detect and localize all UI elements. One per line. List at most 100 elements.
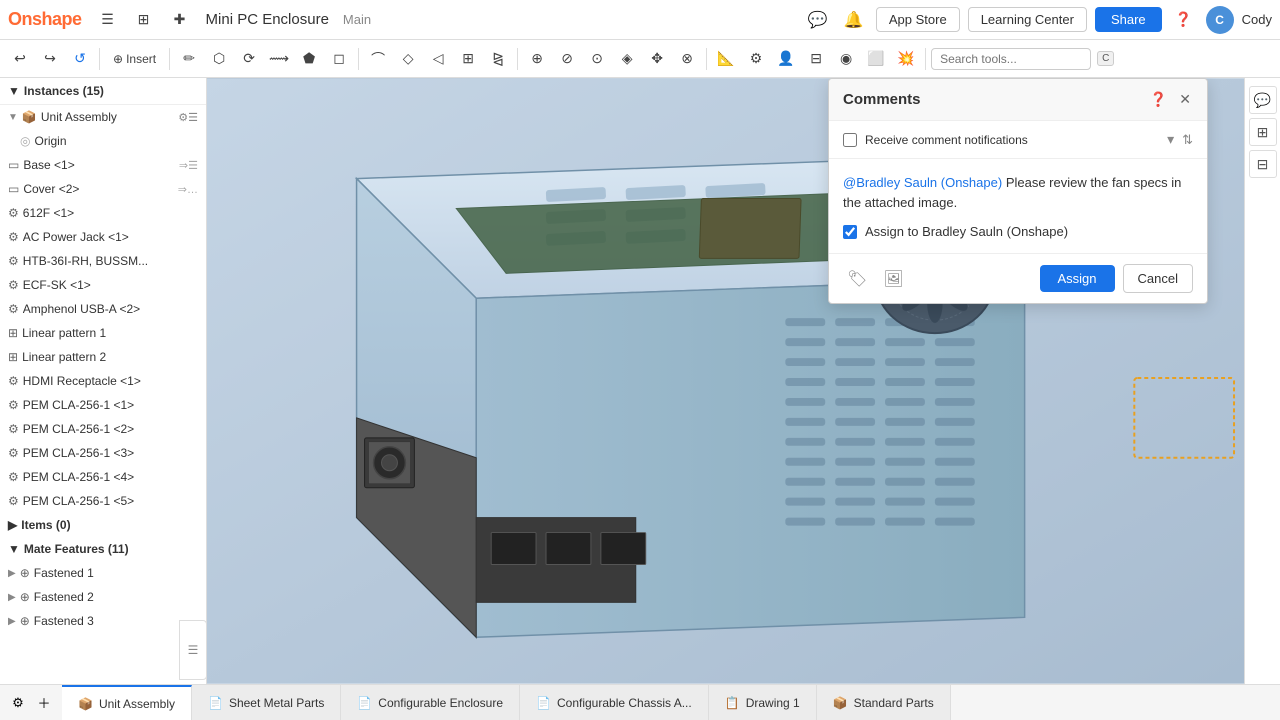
notify-label: Receive comment notifications: [865, 133, 1159, 147]
app-store-button[interactable]: App Store: [876, 7, 960, 32]
assign-checkbox[interactable]: [843, 225, 857, 239]
part-icon: ▭: [8, 182, 19, 196]
right-panel-comments-icon[interactable]: 💬: [1249, 86, 1277, 114]
tree-item-label: Base <1>: [23, 158, 74, 172]
tree-item-label: Origin: [34, 134, 66, 148]
loft-icon[interactable]: ⬟: [295, 45, 323, 73]
tree-item-fastened2[interactable]: ▶ ⊕ Fastened 2: [0, 585, 206, 609]
comments-help-icon[interactable]: ❓: [1148, 89, 1169, 110]
chat-icon[interactable]: 💬: [804, 6, 832, 34]
move-icon[interactable]: ✥: [643, 45, 671, 73]
tree-item-origin[interactable]: ◎ Origin: [0, 129, 206, 153]
tab-drawing-1[interactable]: 📋 Drawing 1: [709, 685, 817, 720]
insert-button[interactable]: ⊕ Insert: [105, 45, 164, 73]
viewport[interactable]: Comments ❓ ✕ Receive comment notificatio…: [207, 78, 1244, 684]
tree-item-pem2[interactable]: ⚙ PEM CLA-256-1 <2>: [0, 417, 206, 441]
plus-icon[interactable]: ✚: [166, 6, 194, 34]
render-icon[interactable]: ◉: [832, 45, 860, 73]
tab-sheet-metal-parts[interactable]: 📄 Sheet Metal Parts: [192, 685, 341, 720]
tree-item-fastened1[interactable]: ▶ ⊕ Fastened 1: [0, 561, 206, 585]
fillet-icon[interactable]: ⌒: [364, 45, 392, 73]
tree-item-612f[interactable]: ⚙ 612F <1>: [0, 201, 206, 225]
hamburger-icon[interactable]: ☰: [94, 6, 122, 34]
tag-icon[interactable]: 🏷: [843, 265, 871, 293]
image-icon[interactable]: 🖼: [879, 265, 907, 293]
chamfer-icon[interactable]: ◇: [394, 45, 422, 73]
comments-close-icon[interactable]: ✕: [1177, 89, 1193, 110]
sidebar-collapse-btn[interactable]: ☰: [179, 620, 207, 680]
tree-item-base[interactable]: ▭ Base <1> ⇒☰: [0, 153, 206, 177]
grid-icon[interactable]: ⊟: [802, 45, 830, 73]
search-tools-input[interactable]: [931, 48, 1091, 70]
tree-item-linear1[interactable]: ⊞ Linear pattern 1: [0, 321, 206, 345]
assembly-icon: 📦: [22, 110, 37, 124]
draft-icon[interactable]: ◁: [424, 45, 452, 73]
tree-item-ecf[interactable]: ⚙ ECF-SK <1>: [0, 273, 206, 297]
sketch-icon[interactable]: ✏: [175, 45, 203, 73]
filter-icon[interactable]: ▾: [1167, 131, 1174, 148]
learning-center-button[interactable]: Learning Center: [968, 7, 1087, 32]
tab-standard-parts[interactable]: 📦 Standard Parts: [817, 685, 951, 720]
extrude-icon[interactable]: ⬡: [205, 45, 233, 73]
pattern-icon[interactable]: ⊞: [454, 45, 482, 73]
tree-item-pem1[interactable]: ⚙ PEM CLA-256-1 <1>: [0, 393, 206, 417]
thicken-icon[interactable]: ◈: [613, 45, 641, 73]
redo-icon[interactable]: ↪: [36, 45, 64, 73]
split-icon[interactable]: ⊘: [553, 45, 581, 73]
right-panel-list-icon[interactable]: ⊟: [1249, 150, 1277, 178]
tree-item-pem5[interactable]: ⚙ PEM CLA-256-1 <5>: [0, 489, 206, 513]
bell-icon[interactable]: 🔔: [840, 6, 868, 34]
insert-icon: ⊕: [113, 52, 123, 66]
settings-icon[interactable]: ⚙: [742, 45, 770, 73]
mate-icon[interactable]: ⊗: [673, 45, 701, 73]
origin-icon: ◎: [20, 134, 30, 148]
right-panel-grid-icon[interactable]: ⊞: [1249, 118, 1277, 146]
tree-item-cover[interactable]: ▭ Cover <2> ⇒…: [0, 177, 206, 201]
help-icon[interactable]: ❓: [1170, 6, 1198, 34]
tree-item-htb[interactable]: ⚙ HTB-36I-RH, BUSSM...: [0, 249, 206, 273]
tab-configurable-chassis[interactable]: 📄 Configurable Chassis A...: [520, 685, 709, 720]
cancel-button[interactable]: Cancel: [1123, 264, 1193, 293]
mate-features-section-header[interactable]: ▼ Mate Features (11): [0, 537, 206, 561]
sort-icon[interactable]: ⇅: [1182, 132, 1193, 148]
tree-item-pem4[interactable]: ⚙ PEM CLA-256-1 <4>: [0, 465, 206, 489]
tab-settings-icon[interactable]: ⚙: [6, 691, 30, 715]
tab-add-icon[interactable]: ＋: [32, 691, 56, 715]
tree-item-pem3[interactable]: ⚙ PEM CLA-256-1 <3>: [0, 441, 206, 465]
undo-icon[interactable]: ↩: [6, 45, 34, 73]
boolean-icon[interactable]: ⊕: [523, 45, 551, 73]
mirror-icon[interactable]: ⧎: [484, 45, 512, 73]
avatar[interactable]: C: [1206, 6, 1234, 34]
instances-label: Instances (15): [24, 84, 104, 98]
notify-checkbox[interactable]: [843, 133, 857, 147]
assign-button[interactable]: Assign: [1040, 265, 1115, 292]
share-button[interactable]: Share: [1095, 7, 1162, 32]
tab-unit-assembly[interactable]: 📦 Unit Assembly: [62, 685, 192, 720]
tree-item-acpower[interactable]: ⚙ AC Power Jack <1>: [0, 225, 206, 249]
insert-label: Insert: [126, 52, 156, 66]
view-options-icon[interactable]: ⊞: [130, 6, 158, 34]
tree-item-amphenol[interactable]: ⚙ Amphenol USB-A <2>: [0, 297, 206, 321]
refresh-icon[interactable]: ↺: [66, 45, 94, 73]
revolve-icon[interactable]: ⟳: [235, 45, 263, 73]
tree-item-linear2[interactable]: ⊞ Linear pattern 2: [0, 345, 206, 369]
tree-item-hdmi[interactable]: ⚙ HDMI Receptacle <1>: [0, 369, 206, 393]
comments-header-actions: ❓ ✕: [1148, 89, 1193, 110]
user-name[interactable]: Cody: [1242, 12, 1272, 27]
offset-icon[interactable]: ⊙: [583, 45, 611, 73]
tree-item-label: PEM CLA-256-1 <4>: [23, 470, 134, 484]
measure-icon[interactable]: 📐: [712, 45, 740, 73]
section-view-icon[interactable]: ⬜: [862, 45, 890, 73]
sweep-icon[interactable]: ⟿: [265, 45, 293, 73]
tree-item-label: PEM CLA-256-1 <1>: [23, 398, 134, 412]
tree-item-fastened3[interactable]: ▶ ⊕ Fastened 3: [0, 609, 206, 633]
user-settings-icon[interactable]: 👤: [772, 45, 800, 73]
tab-label-drawing: Drawing 1: [746, 696, 800, 710]
tree-item-unit-assembly[interactable]: ▼ 📦 Unit Assembly ⚙☰: [0, 105, 206, 129]
tab-icon-drawing: 📋: [725, 696, 740, 710]
onshape-logo[interactable]: Onshape: [8, 9, 82, 30]
items-section-header[interactable]: ▶ Items (0): [0, 513, 206, 537]
shell-icon[interactable]: ◻: [325, 45, 353, 73]
explode-icon[interactable]: 💥: [892, 45, 920, 73]
tab-configurable-enclosure[interactable]: 📄 Configurable Enclosure: [341, 685, 520, 720]
